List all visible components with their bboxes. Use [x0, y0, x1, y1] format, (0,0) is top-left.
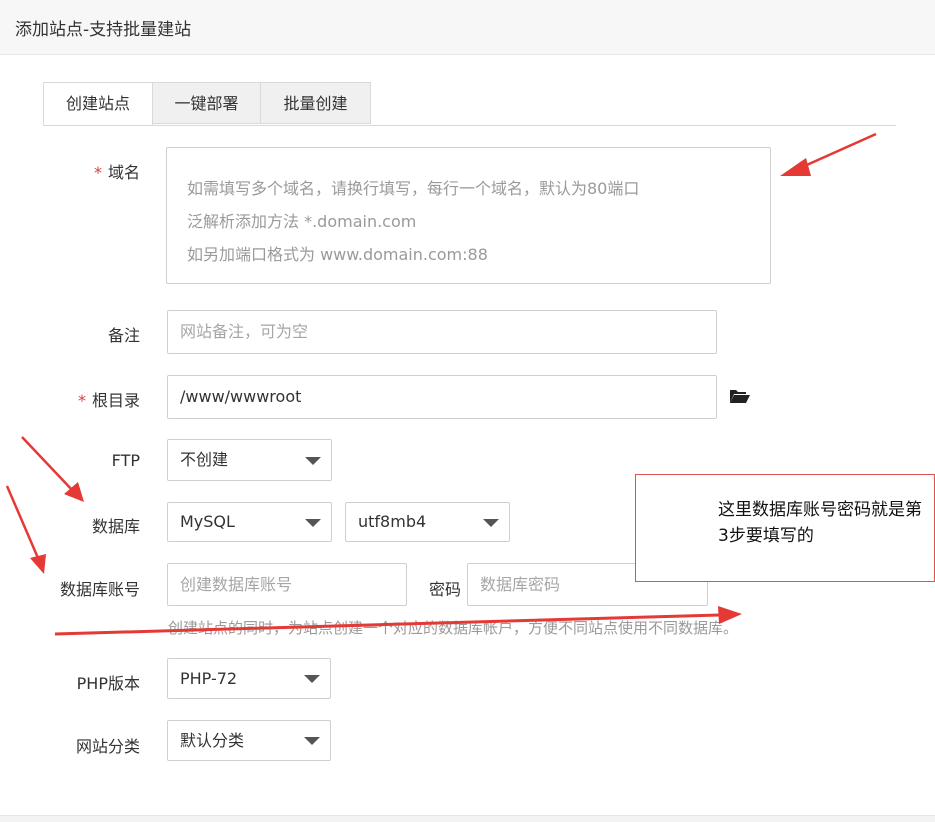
ftp-select[interactable]: 不创建 — [167, 439, 332, 481]
database-type-selected: MySQL — [180, 512, 235, 531]
domain-label: * 域名 — [93, 163, 140, 182]
annotation-note-box: 这里数据库账号密码就是第3步要填写的 — [635, 474, 935, 582]
database-type-select[interactable]: MySQL — [167, 502, 332, 542]
category-select[interactable]: 默认分类 — [167, 720, 331, 761]
domain-textarea[interactable]: 如需填写多个域名，请换行填写，每行一个域名，默认为80端口 泛解析添加方法 *.… — [166, 147, 771, 284]
tab-one-click-deploy[interactable]: 一键部署 — [153, 82, 261, 124]
db-account-hint: 创建站点的同时，为站点创建一个对应的数据库帐户，方便不同站点使用不同数据库。 — [168, 619, 739, 637]
database-label: 数据库 — [91, 517, 140, 536]
chevron-down-icon — [483, 519, 499, 527]
db-account-label: 数据库账号 — [59, 580, 140, 599]
php-version-selected: PHP-72 — [180, 669, 238, 688]
annotation-note-text: 这里数据库账号密码就是第3步要填写的 — [718, 500, 922, 546]
php-version-label: PHP版本 — [76, 674, 140, 693]
root-dir-input[interactable]: /www/wwwroot — [167, 375, 717, 419]
remark-input[interactable]: 网站备注，可为空 — [167, 310, 717, 354]
tab-bar: 创建站点 一键部署 批量创建 — [43, 82, 371, 126]
remark-label: 备注 — [107, 326, 140, 345]
database-charset-selected: utf8mb4 — [358, 512, 427, 531]
root-dir-value: /www/wwwroot — [180, 387, 302, 406]
dialog-title: 添加站点-支持批量建站 — [15, 20, 192, 40]
db-account-placeholder: 创建数据库账号 — [180, 575, 293, 594]
tab-divider — [43, 125, 896, 126]
chevron-down-icon — [305, 457, 321, 465]
folder-open-icon[interactable] — [729, 388, 751, 408]
required-mark: * — [77, 391, 86, 410]
remark-placeholder: 网站备注，可为空 — [180, 322, 309, 341]
php-version-select[interactable]: PHP-72 — [167, 658, 331, 699]
chevron-down-icon — [304, 675, 320, 683]
database-charset-select[interactable]: utf8mb4 — [345, 502, 510, 542]
chevron-down-icon — [304, 737, 320, 745]
domain-placeholder: 如需填写多个域名，请换行填写，每行一个域名，默认为80端口 泛解析添加方法 *.… — [187, 179, 640, 264]
chevron-down-icon — [305, 519, 321, 527]
db-password-label: 密码 — [428, 580, 461, 599]
required-mark: * — [93, 163, 102, 182]
category-label: 网站分类 — [75, 737, 140, 756]
root-dir-label: * 根目录 — [77, 391, 140, 410]
tab-batch-create[interactable]: 批量创建 — [261, 82, 371, 124]
db-account-input[interactable]: 创建数据库账号 — [167, 563, 407, 606]
category-selected: 默认分类 — [180, 731, 245, 750]
db-password-placeholder: 数据库密码 — [480, 575, 561, 594]
annotation-arrow-domain — [780, 132, 877, 176]
ftp-selected: 不创建 — [180, 450, 229, 469]
dialog-title-bar: 添加站点-支持批量建站 — [0, 0, 935, 55]
tab-create-site[interactable]: 创建站点 — [43, 82, 153, 126]
ftp-label: FTP — [111, 451, 140, 470]
